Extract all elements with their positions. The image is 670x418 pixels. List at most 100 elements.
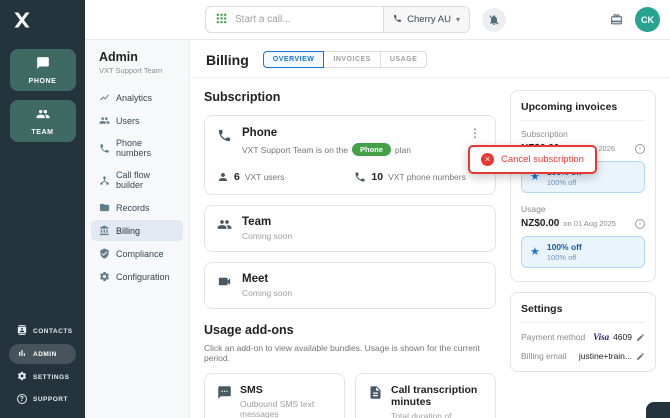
rail-bottom-nav: CONTACTS ADMIN SETTINGS ? SUPPORT (0, 315, 85, 418)
sms-addon-card[interactable]: SMS Outbound SMS text messages (204, 373, 345, 418)
info-icon[interactable]: i (635, 218, 645, 229)
sidebar-item-label: Compliance (116, 248, 164, 259)
tab-invoices[interactable]: INVOICES (323, 51, 381, 68)
usage-addons-description: Click an add-on to view available bundle… (204, 343, 480, 363)
numbers-count: 10 (371, 171, 384, 183)
nav-support-label: SUPPORT (33, 395, 68, 403)
chevron-down-icon: ▾ (455, 15, 460, 24)
invoice-subscription-label: Subscription (521, 129, 568, 139)
bell-off-icon (489, 14, 499, 25)
plan-suffix: plan (394, 144, 411, 155)
users-count: 6 (234, 171, 240, 183)
users-label: VXT users (244, 172, 285, 182)
invoice-usage-amount: NZ$0.00 (521, 218, 560, 229)
card-last-digits: 4609 (613, 332, 632, 342)
sidebar-item-users[interactable]: Users (91, 110, 183, 131)
nav-phone[interactable]: PHONE (9, 49, 76, 91)
phone-plan-card[interactable]: Phone VXT Support Team is on the Phone p… (204, 115, 496, 195)
nav-team-label: TEAM (31, 128, 54, 136)
subscription-heading: Subscription (204, 90, 281, 104)
configuration-icon (100, 271, 109, 282)
nav-contacts[interactable]: CONTACTS (9, 321, 76, 341)
nav-admin-label: ADMIN (33, 350, 57, 358)
meet-card[interactable]: Meet Coming soon (204, 262, 496, 309)
users-icon (99, 117, 110, 124)
billing-header: Billing OVERVIEW INVOICES USAGE (190, 40, 670, 78)
corner-widget[interactable] (646, 402, 670, 418)
phone-numbers-icon (100, 143, 109, 153)
nav-settings-label: SETTINGS (33, 373, 70, 381)
meet-card-title: Meet (242, 273, 269, 285)
topbar: Cherry AU ▾ CK (85, 0, 670, 40)
notifications-muted-button[interactable] (482, 7, 506, 32)
sms-addon-subtitle: Outbound SMS text messages (240, 399, 315, 418)
vxt-logo-icon (14, 12, 30, 28)
nav-support[interactable]: ? SUPPORT (9, 390, 76, 408)
team-card[interactable]: Team Coming soon (204, 205, 496, 252)
start-call-input-wrap[interactable] (206, 7, 383, 32)
vxt-users-stat: 6 VXT users (217, 171, 284, 183)
tab-overview[interactable]: OVERVIEW (262, 51, 325, 68)
team-card-subtitle: Coming soon (242, 231, 293, 241)
team-card-title: Team (242, 216, 272, 228)
analytics-icon (99, 94, 110, 101)
edit-email-icon[interactable] (636, 352, 645, 361)
gear-icon (17, 371, 27, 383)
avatar[interactable]: CK (635, 7, 660, 32)
start-call-bar[interactable]: Cherry AU ▾ (205, 6, 470, 33)
invoice-usage-label: Usage (521, 204, 546, 214)
sidebar-item-label: Users (116, 115, 140, 126)
primary-sidebar: PHONE TEAM CONTACTS ADMIN SETTINGS ? SUP… (0, 0, 85, 418)
nav-phone-label: PHONE (28, 77, 57, 85)
vxt-logo[interactable] (0, 0, 85, 40)
sidebar-item-compliance[interactable]: Compliance (91, 243, 183, 264)
billing-email-value: justine+train... (578, 351, 632, 361)
sidebar-item-records[interactable]: Records (91, 197, 183, 218)
sidebar-item-label: Call flow builder (116, 170, 151, 190)
transcription-addon-card[interactable]: Call transcription minutes Total duratio… (355, 373, 496, 418)
subscription-discount-subtitle: 100% off (546, 178, 577, 187)
usage-discount-title: 100% off (546, 242, 582, 252)
app-window: PHONE TEAM CONTACTS ADMIN SETTINGS ? SUP… (0, 0, 670, 418)
video-camera-icon (217, 273, 232, 298)
caller-id-value: Cherry AU (407, 14, 451, 25)
billing-email-label: Billing email (521, 351, 567, 361)
sidebar-item-label: Configuration (116, 271, 170, 282)
bar-chart-icon (17, 348, 27, 360)
nav-admin[interactable]: ADMIN (9, 344, 76, 364)
billing-email-row: Billing email justine+train... (521, 351, 645, 361)
usage-addons-section: Usage add-ons Click an add-on to view av… (204, 323, 496, 418)
tab-usage[interactable]: USAGE (379, 51, 428, 68)
dialpad-icon (216, 11, 227, 29)
user-icon (219, 173, 227, 181)
chat-bubble-icon (36, 56, 50, 75)
sidebar-item-label: Analytics (116, 92, 153, 103)
sidebar-item-phone-numbers[interactable]: Phone numbers (91, 133, 183, 163)
billing-icon (99, 225, 109, 236)
nav-settings[interactable]: SETTINGS (9, 367, 76, 387)
cancel-subscription-label: Cancel subscription (501, 154, 584, 165)
admin-sidebar: Admin VXT Support Team Analytics Users P… (85, 40, 190, 418)
upcoming-invoices-card: Upcoming invoices Subscription NZ$0.00 o… (510, 90, 656, 282)
plan-prefix: VXT Support Team is on the (242, 144, 348, 155)
phone-icon (217, 127, 232, 156)
star-icon: ★ (530, 245, 540, 258)
sidebar-item-analytics[interactable]: Analytics (91, 87, 183, 108)
cancel-subscription-menu-item[interactable]: × Cancel subscription (468, 145, 597, 174)
info-icon[interactable]: i (635, 143, 645, 154)
caller-id-select[interactable]: Cherry AU ▾ (383, 7, 469, 32)
payment-method-label: Payment method (521, 332, 586, 342)
sidebar-item-call-flow-builder[interactable]: Call flow builder (91, 165, 183, 195)
sms-addon-title: SMS (240, 384, 263, 396)
sidebar-item-billing[interactable]: Billing (91, 220, 183, 241)
usage-addons-heading: Usage add-ons (204, 323, 294, 337)
nav-contacts-label: CONTACTS (33, 327, 73, 335)
start-call-input[interactable] (235, 14, 374, 25)
sidebar-item-configuration[interactable]: Configuration (91, 266, 183, 287)
vxt-numbers-stat: 10 VXT phone numbers (354, 171, 466, 183)
nav-team[interactable]: TEAM (9, 100, 76, 142)
billing-tabs: OVERVIEW INVOICES USAGE (262, 51, 428, 68)
gift-icon[interactable] (610, 13, 623, 26)
edit-payment-icon[interactable] (636, 333, 645, 342)
payment-method-row: Payment method Visa 4609 (521, 332, 645, 342)
